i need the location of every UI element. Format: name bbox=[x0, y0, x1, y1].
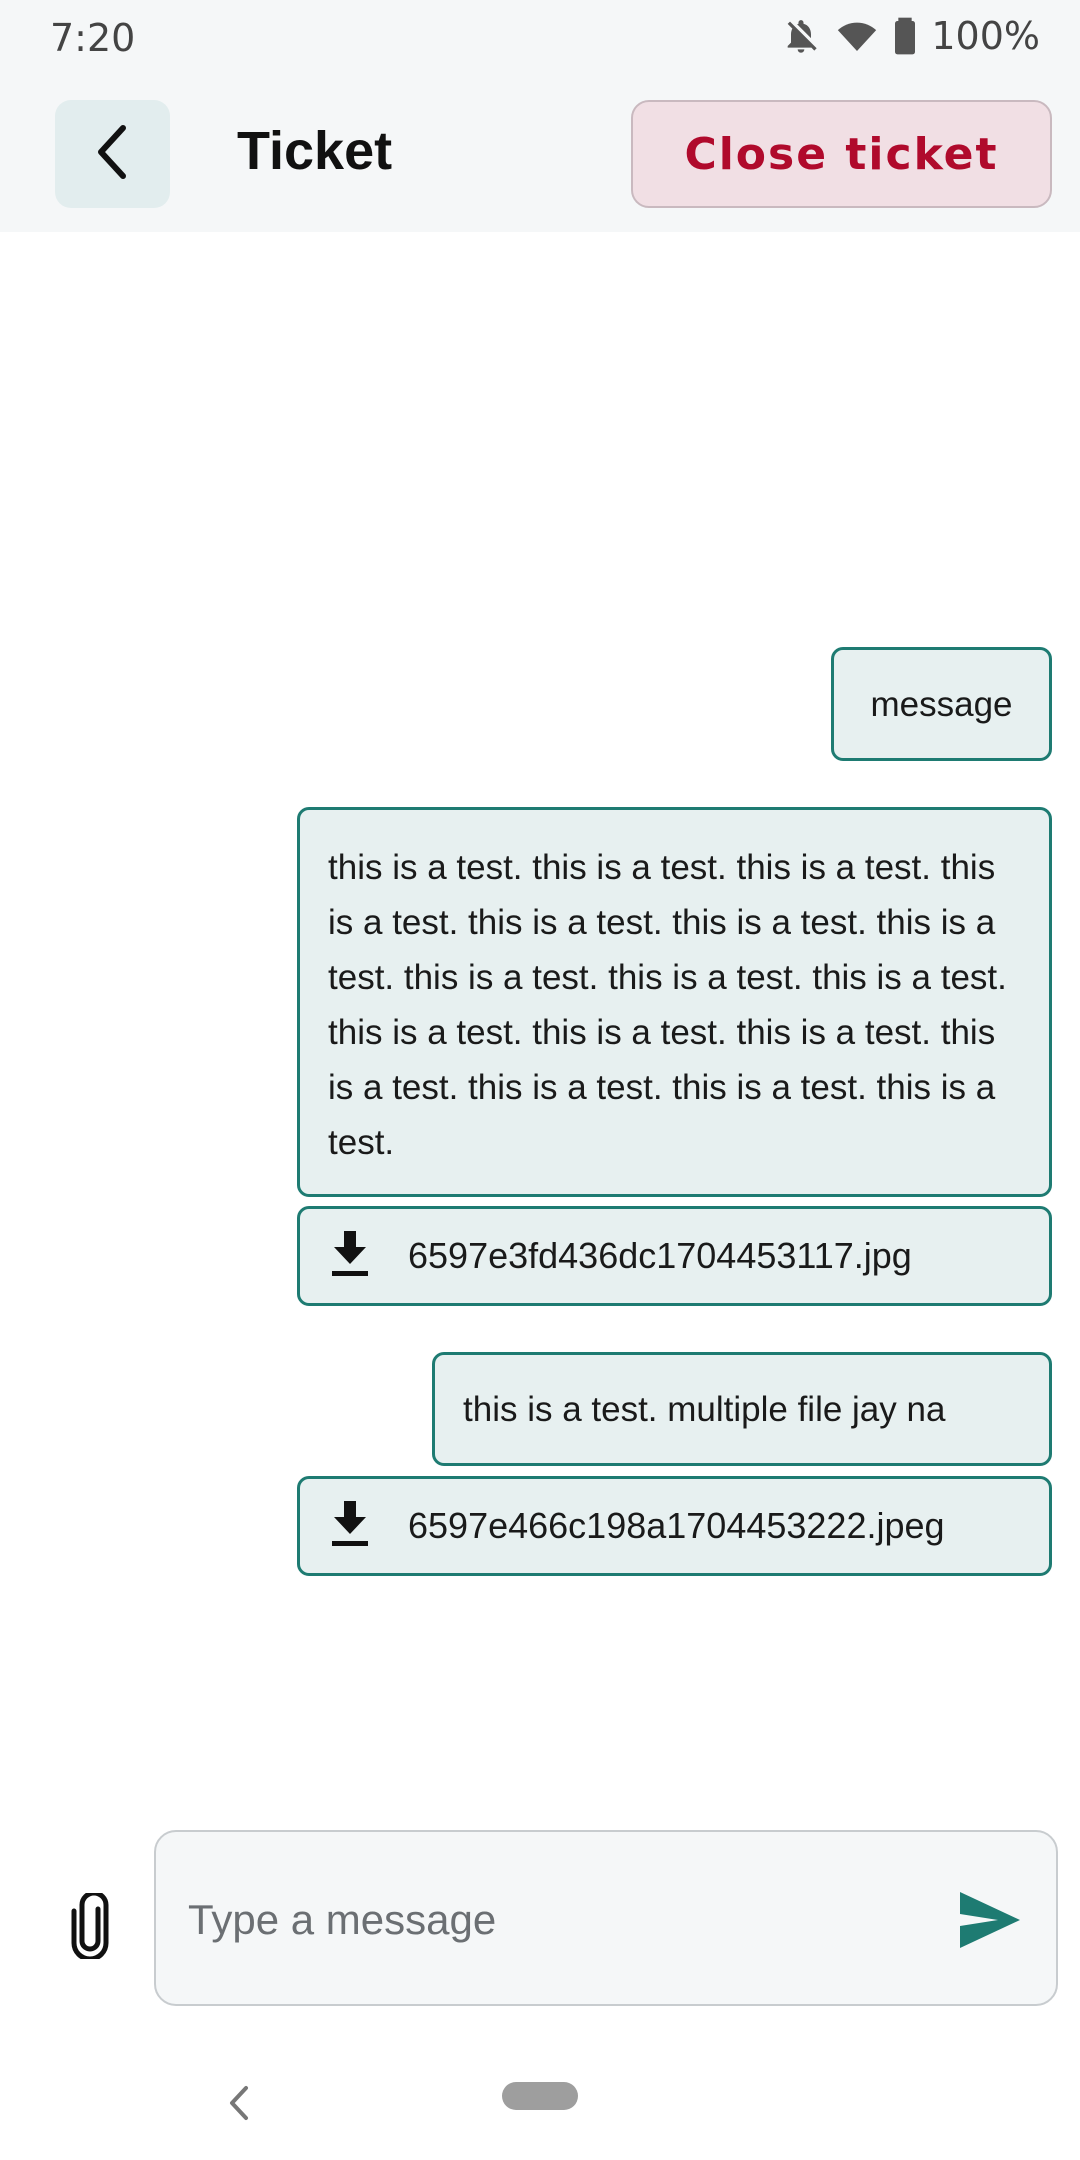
message-bubble: message bbox=[831, 647, 1052, 761]
file-name: 6597e466c198a1704453222.jpeg bbox=[408, 1505, 945, 1546]
back-button[interactable] bbox=[55, 100, 170, 208]
status-time: 7:20 bbox=[50, 16, 136, 60]
attach-button[interactable] bbox=[60, 1888, 120, 1968]
close-ticket-button[interactable]: Close ticket bbox=[631, 100, 1052, 208]
battery-icon bbox=[893, 16, 917, 56]
wifi-icon bbox=[835, 16, 879, 56]
send-button[interactable] bbox=[958, 1890, 1022, 1950]
app-bar: Ticket Close ticket bbox=[0, 80, 1080, 232]
file-name: 6597e3fd436dc1704453117.jpg bbox=[408, 1235, 912, 1276]
message-text: this is a test. this is a test. this is … bbox=[328, 848, 1007, 1162]
message-bubble: this is a test. this is a test. this is … bbox=[297, 807, 1052, 1197]
message-input[interactable] bbox=[186, 1872, 926, 1968]
page-title: Ticket bbox=[237, 121, 393, 181]
battery-percentage: 100% bbox=[931, 14, 1040, 58]
message-text: message bbox=[870, 684, 1013, 724]
message-composer bbox=[154, 1830, 1058, 2006]
paperclip-icon bbox=[70, 1890, 110, 1964]
download-icon bbox=[330, 1500, 370, 1552]
chevron-left-icon bbox=[93, 122, 133, 187]
status-bar: 7:20 100% bbox=[0, 0, 1080, 80]
notifications-off-icon bbox=[781, 16, 821, 56]
message-text: this is a test. multiple file jay na bbox=[463, 1389, 946, 1429]
message-bubble: this is a test. multiple file jay na bbox=[432, 1352, 1052, 1466]
system-nav-bar bbox=[0, 2050, 1080, 2160]
nav-back-button[interactable] bbox=[224, 2080, 254, 2126]
send-icon bbox=[958, 1892, 1022, 1954]
nav-home-pill[interactable] bbox=[502, 2082, 578, 2110]
download-icon bbox=[330, 1230, 370, 1282]
status-icons: 100% bbox=[781, 14, 1040, 58]
file-attachment[interactable]: 6597e3fd436dc1704453117.jpg bbox=[297, 1206, 1052, 1306]
file-attachment[interactable]: 6597e466c198a1704453222.jpeg bbox=[297, 1476, 1052, 1576]
